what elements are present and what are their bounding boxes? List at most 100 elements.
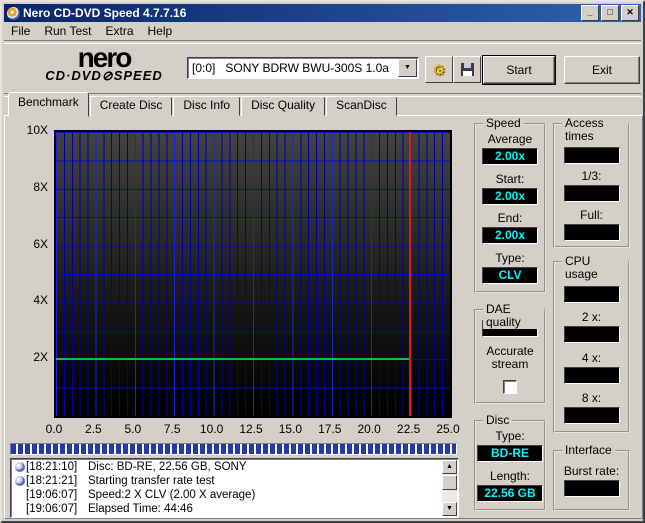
x-tick-label: 22.5 — [396, 422, 421, 436]
field-4-x: 4 x: — [563, 350, 620, 384]
log-row: [18:21:10] Disc: BD-RE, 22.56 GB, SONY — [13, 460, 441, 474]
menu-help[interactable]: Help — [141, 22, 180, 40]
log-row: [19:06:07] Elapsed Time: 44:46 — [13, 502, 441, 516]
menu-run-test[interactable]: Run Test — [37, 22, 98, 40]
title-bar: Nero CD-DVD Speed 4.7.7.16 _ □ ✕ — [4, 4, 641, 22]
y-tick-label: 2X — [33, 350, 48, 365]
value-box — [563, 286, 620, 304]
y-tick-label: 8X — [33, 179, 48, 194]
x-tick-label: 7.5 — [163, 422, 181, 436]
x-tick-label: 2.5 — [85, 422, 102, 436]
field-1-3: 1/3: — [563, 169, 620, 202]
log-timestamp: [19:06:07] — [26, 503, 78, 515]
field-full: Full: — [563, 207, 620, 241]
field-label: End: — [497, 211, 523, 226]
disc-glyph-icon: ⊘ — [101, 68, 114, 83]
field-type: Type: BD-RE — [477, 429, 543, 462]
x-tick-label: 10.0 — [199, 422, 224, 436]
value-box: BD-RE — [477, 445, 543, 462]
log-message: Starting transfer rate test — [88, 475, 215, 487]
field-label: 4 x: — [581, 350, 602, 365]
drive-selector[interactable]: [0:0] SONY BDRW BWU-300S 1.0a ▼ — [187, 57, 419, 79]
value-box: CLV — [482, 267, 538, 285]
field-start: Start: 2.00x — [482, 172, 538, 205]
value-box: 2.00x — [482, 227, 538, 245]
chart-plot-area — [54, 130, 452, 418]
value-box — [563, 223, 620, 241]
log-icon-cell — [13, 462, 26, 472]
interface-group-title: Interface — [562, 444, 615, 457]
y-tick-label: 10X — [26, 123, 48, 137]
tab-create-disc[interactable]: Create Disc — [89, 96, 173, 116]
field-label: 2 x: — [581, 310, 602, 325]
accurate-stream-checkbox[interactable] — [503, 379, 517, 394]
progress-bar-fill — [11, 444, 456, 454]
maximize-button[interactable]: □ — [601, 5, 619, 21]
field-length: Length: 22.56 GB — [477, 469, 543, 502]
menu-file[interactable]: File — [4, 22, 37, 40]
value-box: 22.56 GB — [477, 485, 543, 502]
field-label: Full: — [580, 207, 603, 222]
window-title: Nero CD-DVD Speed 4.7.7.16 — [23, 6, 187, 20]
value-box — [563, 406, 620, 424]
start-button[interactable]: Start — [482, 55, 556, 85]
access-times-group-title: Access times — [562, 117, 628, 143]
field-type: Type: CLV — [482, 251, 538, 285]
tab-scandisc[interactable]: ScanDisc — [326, 96, 397, 116]
field-burst-rate: Burst rate: — [563, 464, 620, 497]
field-2-x: 2 x: — [563, 310, 620, 344]
gear-icon: ⚙ — [432, 61, 446, 79]
field-label: Length: — [489, 469, 531, 483]
disc-icon — [14, 462, 25, 472]
log-entries: [18:21:10] Disc: BD-RE, 22.56 GB, SONY [18… — [13, 460, 441, 516]
field-label: 1/3: — [581, 169, 602, 183]
close-button[interactable]: ✕ — [621, 5, 639, 21]
menu-extra[interactable]: Extra — [98, 22, 140, 40]
field-label: Burst rate: — [563, 464, 620, 478]
field-end: End: 2.00x — [482, 211, 538, 245]
log-message: Disc: BD-RE, 22.56 GB, SONY — [88, 461, 247, 473]
field-label: Type: — [495, 429, 525, 443]
tab-disc-quality[interactable]: Disc Quality — [241, 96, 326, 116]
nero-product-text: CD·DVD⊘SPEED — [45, 68, 163, 83]
cpu-usage-group: CPU usage 1 x:2 x:4 x:8 x: — [553, 255, 630, 433]
log-message: Elapsed Time: 44:46 — [88, 503, 193, 515]
value-box: 2.00x — [482, 147, 538, 165]
value-box: 2.00x — [482, 187, 538, 205]
y-tick-label: 4X — [33, 293, 48, 308]
field-8-x: 8 x: — [563, 390, 620, 424]
log-timestamp: [18:21:10] — [26, 461, 78, 473]
field-label: Average — [487, 131, 533, 146]
progress-bar — [10, 443, 457, 455]
value-box — [563, 480, 620, 497]
log-scrollbar[interactable]: ▲ ▼ — [442, 460, 457, 516]
exit-button[interactable]: Exit — [564, 56, 640, 84]
end-position-marker — [409, 132, 412, 416]
field-average: Average 2.00x — [482, 132, 538, 165]
log-listbox: [18:21:10] Disc: BD-RE, 22.56 GB, SONY [18… — [10, 458, 459, 518]
tab-benchmark[interactable]: Benchmark — [8, 92, 89, 117]
x-tick-label: 0.0 — [45, 422, 63, 436]
speed-series-line — [56, 358, 410, 361]
disc-group-title: Disc — [483, 414, 513, 427]
scroll-down-icon[interactable]: ▼ — [442, 502, 457, 516]
scroll-up-icon[interactable]: ▲ — [442, 460, 457, 474]
options-button[interactable]: ⚙ — [425, 56, 453, 83]
chevron-down-icon[interactable]: ▼ — [398, 59, 417, 77]
interface-group: Interface Burst rate: — [553, 444, 630, 511]
tab-disc-info[interactable]: Disc Info — [173, 96, 241, 116]
log-timestamp: [18:21:21] — [26, 475, 78, 487]
floppy-save-icon — [460, 63, 474, 76]
minimize-button[interactable]: _ — [581, 5, 599, 21]
log-icon-cell — [13, 476, 26, 486]
scrollbar-thumb[interactable] — [442, 475, 457, 490]
save-button[interactable] — [453, 56, 481, 83]
log-message: Speed:2 X CLV (2.00 X average) — [88, 489, 256, 501]
nero-brand-text: nero — [77, 42, 133, 73]
dae-quality-group: DAE quality Accurate stream — [474, 303, 546, 404]
field-label: 8 x: — [581, 390, 602, 405]
field-label: Type: — [495, 251, 525, 266]
x-tick-label: 17.5 — [318, 422, 342, 436]
drive-selector-value: [0:0] SONY BDRW BWU-300S 1.0a — [192, 61, 389, 75]
accurate-stream-label: Accurate stream — [486, 344, 534, 371]
